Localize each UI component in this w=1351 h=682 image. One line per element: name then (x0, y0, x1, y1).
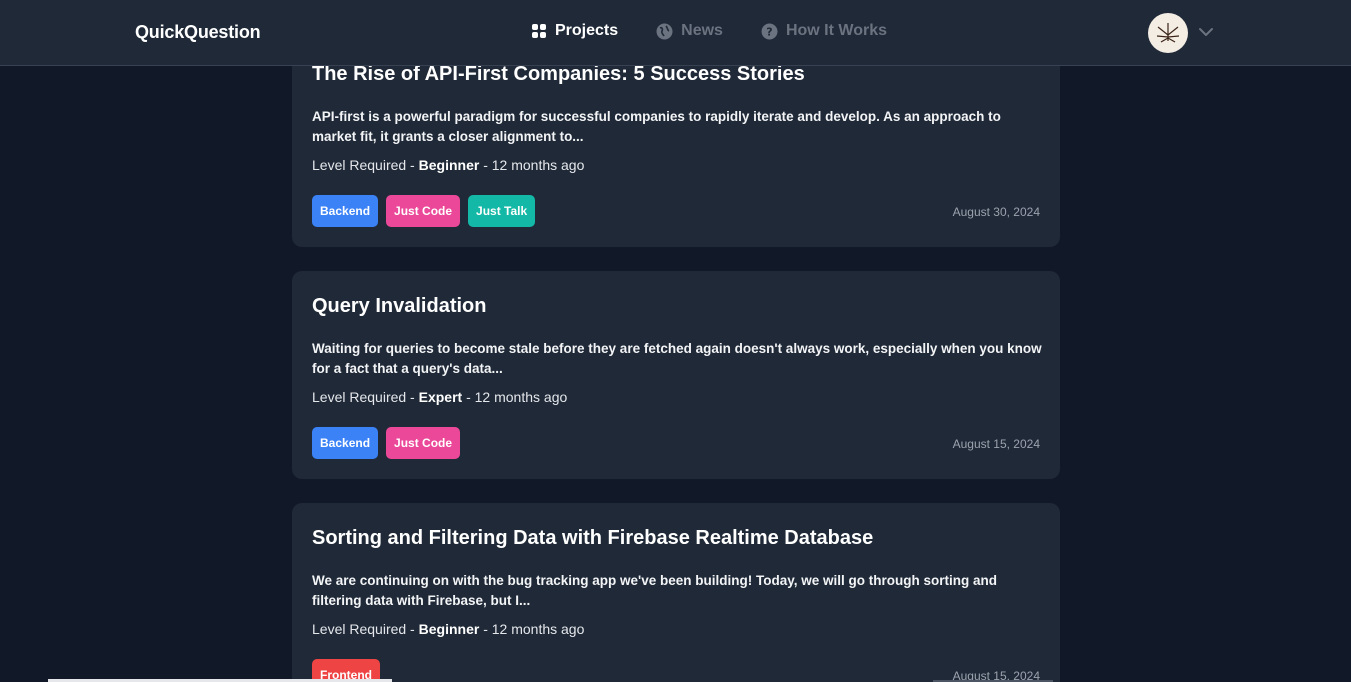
tag-backend[interactable]: Backend (312, 427, 379, 459)
nav-label: How It Works (785, 22, 887, 39)
nav-news[interactable]: News (656, 22, 723, 40)
nav-label: News (681, 22, 723, 39)
grid-icon (530, 23, 547, 40)
svg-text:?: ? (766, 25, 772, 38)
tag-list: Backend Just Code (312, 427, 468, 459)
card-age: - 12 months ago (479, 157, 585, 173)
level-value: Beginner (418, 157, 480, 173)
card-title[interactable]: Query Invalidation (312, 295, 486, 318)
card-age: - 12 months ago (479, 621, 585, 637)
project-card[interactable]: Sorting and Filtering Data with Firebase… (292, 503, 1060, 682)
user-avatar[interactable] (1148, 13, 1188, 53)
level-prefix: Level Required - (312, 157, 419, 173)
card-title[interactable]: The Rise of API-First Companies: 5 Succe… (312, 63, 805, 86)
nav-label: Projects (555, 22, 619, 39)
tag-just-code[interactable]: Just Code (386, 427, 461, 459)
card-age: - 12 months ago (462, 389, 568, 405)
level-value: Beginner (418, 621, 480, 637)
tag-just-talk[interactable]: Just Talk (468, 195, 536, 227)
card-date: August 15, 2024 (952, 437, 1040, 451)
card-level: Level Required - Beginner - 12 months ag… (312, 157, 584, 173)
level-prefix: Level Required - (312, 389, 419, 405)
navbar: QuickQuestion Projects News ? How It Wor… (0, 0, 1351, 66)
tag-backend[interactable]: Backend (312, 195, 379, 227)
question-circle-icon: ? (761, 23, 778, 40)
card-date: August 30, 2024 (952, 205, 1040, 219)
nav-projects[interactable]: Projects (530, 22, 618, 40)
nav-links: Projects News ? How It Works (530, 22, 925, 40)
card-description: We are continuing on with the bug tracki… (312, 573, 997, 608)
nav-how-it-works[interactable]: ? How It Works (761, 22, 887, 40)
card-title[interactable]: Sorting and Filtering Data with Firebase… (312, 527, 873, 550)
card-level: Level Required - Expert - 12 months ago (312, 389, 567, 405)
project-card[interactable]: Query Invalidation Waiting for queries t… (292, 271, 1060, 479)
brand-logo[interactable]: QuickQuestion (135, 22, 261, 43)
card-description: API-first is a powerful paradigm for suc… (312, 109, 1001, 144)
level-value: Expert (418, 389, 463, 405)
globe-icon (656, 23, 673, 40)
card-level: Level Required - Beginner - 12 months ag… (312, 621, 584, 637)
tag-just-code[interactable]: Just Code (386, 195, 461, 227)
cannabis-leaf-icon (1156, 23, 1180, 43)
level-prefix: Level Required - (312, 621, 419, 637)
card-description: Waiting for queries to become stale befo… (312, 341, 1042, 376)
chevron-down-icon[interactable] (1198, 24, 1214, 40)
tag-list: Backend Just Code Just Talk (312, 195, 543, 227)
